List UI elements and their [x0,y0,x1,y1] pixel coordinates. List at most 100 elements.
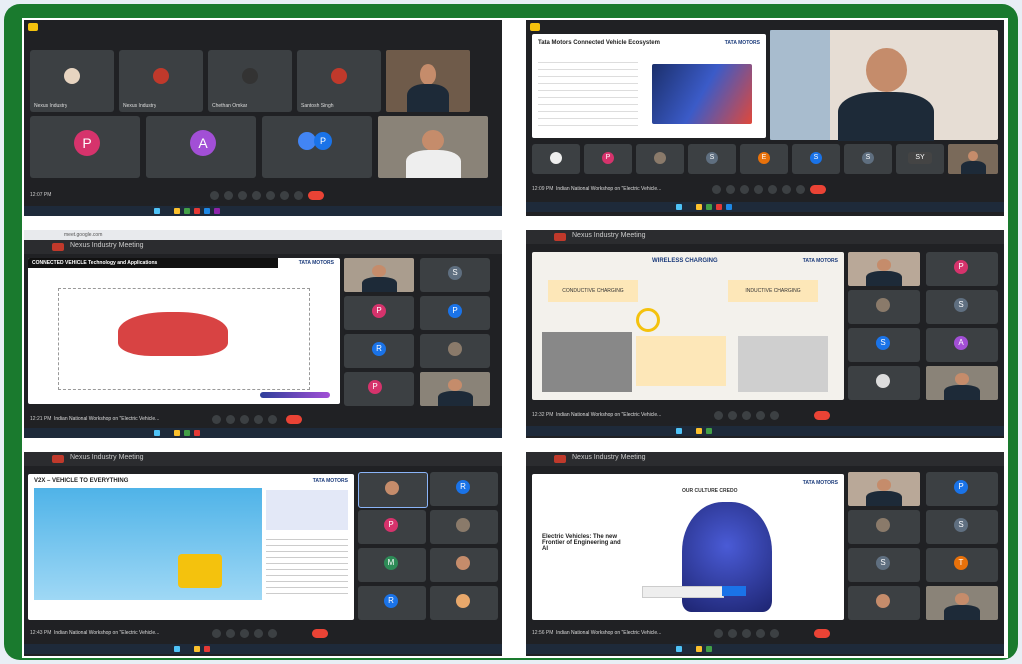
start-icon[interactable] [154,208,160,214]
start-icon[interactable] [676,428,682,434]
end-call-button[interactable] [308,191,324,200]
start-icon[interactable] [174,646,180,652]
mic-button[interactable] [712,185,721,194]
participant-tile[interactable]: S [792,144,840,174]
speaker-video[interactable] [770,30,998,142]
participant-tile[interactable]: R [344,334,414,368]
captions-button[interactable] [238,191,247,200]
participant-tile[interactable]: S [420,258,490,292]
end-call-button[interactable] [814,629,830,638]
mic-button[interactable] [714,629,723,638]
camera-button[interactable] [224,191,233,200]
camera-button[interactable] [726,185,735,194]
camera-button[interactable] [226,415,235,424]
camera-button[interactable] [728,411,737,420]
participant-tile[interactable]: M [358,548,426,582]
captions-button[interactable] [240,415,249,424]
present-button[interactable] [754,185,763,194]
captions-button[interactable] [240,629,249,638]
participant-tile[interactable] [848,510,920,544]
start-icon[interactable] [676,646,682,652]
participant-tile[interactable] [430,510,498,544]
participant-tile[interactable] [430,586,498,620]
participant-tile[interactable]: S [844,144,892,174]
reactions-button[interactable] [770,411,779,420]
captions-button[interactable] [742,411,751,420]
end-call-button[interactable] [286,415,302,424]
participant-tile[interactable]: Chethan Omkar [208,50,292,112]
end-call-button[interactable] [312,629,328,638]
mic-button[interactable] [210,191,219,200]
participant-tile[interactable]: A [926,328,998,362]
participant-tile[interactable] [848,290,920,324]
brand-logo: TATA MOTORS [298,260,334,266]
participant-tile[interactable]: S [688,144,736,174]
more-button[interactable] [796,185,805,194]
present-button[interactable] [254,629,263,638]
participant-tile[interactable] [420,334,490,368]
participant-tile[interactable]: P [584,144,632,174]
participant-tile[interactable]: P [926,252,998,286]
participant-tile[interactable]: E [740,144,788,174]
participant-video[interactable] [948,144,998,174]
participant-tile[interactable]: S [926,290,998,324]
start-icon[interactable] [676,204,682,210]
reactions-button[interactable] [266,191,275,200]
participant-tile[interactable]: P [926,472,998,506]
participant-video[interactable] [386,50,470,112]
participant-video[interactable] [378,116,488,178]
participant-tile[interactable]: Santosh Singh [297,50,381,112]
participant-video[interactable] [926,586,998,620]
participant-tile[interactable]: P [358,510,426,544]
participant-video[interactable] [848,252,920,286]
browser-url-bar[interactable]: meet.google.com [24,230,502,240]
participant-tile[interactable]: S [848,328,920,362]
participant-tile[interactable] [848,586,920,620]
present-button[interactable] [254,415,263,424]
present-button[interactable] [756,629,765,638]
reactions-button[interactable] [268,629,277,638]
participant-video[interactable] [344,258,414,292]
captions-button[interactable] [740,185,749,194]
participant-tile[interactable]: A [146,116,256,178]
present-button[interactable] [756,411,765,420]
participant-tile[interactable] [636,144,684,174]
more-button[interactable] [294,191,303,200]
participant-tile[interactable]: R [358,586,426,620]
end-call-button[interactable] [810,185,826,194]
participant-tile[interactable]: S [926,510,998,544]
participant-tile[interactable] [532,144,580,174]
participant-tile[interactable] [848,366,920,400]
end-call-button[interactable] [814,411,830,420]
participant-tile[interactable]: P [30,116,140,178]
captions-button[interactable] [742,629,751,638]
camera-button[interactable] [226,629,235,638]
participant-tile[interactable]: Nexus Industry [119,50,203,112]
avatar: A [954,336,968,350]
participant-video[interactable] [926,366,998,400]
raise-hand-button[interactable] [280,191,289,200]
participant-tile[interactable]: SY [896,144,944,174]
start-icon[interactable] [154,430,160,436]
participant-tile[interactable] [430,548,498,582]
mic-button[interactable] [212,629,221,638]
raise-hand-button[interactable] [782,185,791,194]
participant-tile[interactable]: R [430,472,498,506]
participant-tile[interactable]: P [344,296,414,330]
participant-video[interactable] [420,372,490,406]
camera-button[interactable] [728,629,737,638]
reactions-button[interactable] [768,185,777,194]
reactions-button[interactable] [268,415,277,424]
participant-tile[interactable]: P [420,296,490,330]
participant-tile[interactable]: P [262,116,372,178]
participant-tile[interactable]: P [344,372,414,406]
participant-tile[interactable]: S [848,548,920,582]
reactions-button[interactable] [770,629,779,638]
participant-tile[interactable]: Nexus Industry [30,50,114,112]
participant-video[interactable] [848,472,920,506]
mic-button[interactable] [212,415,221,424]
present-button[interactable] [252,191,261,200]
participant-tile[interactable] [358,472,428,508]
participant-tile[interactable]: T [926,548,998,582]
mic-button[interactable] [714,411,723,420]
